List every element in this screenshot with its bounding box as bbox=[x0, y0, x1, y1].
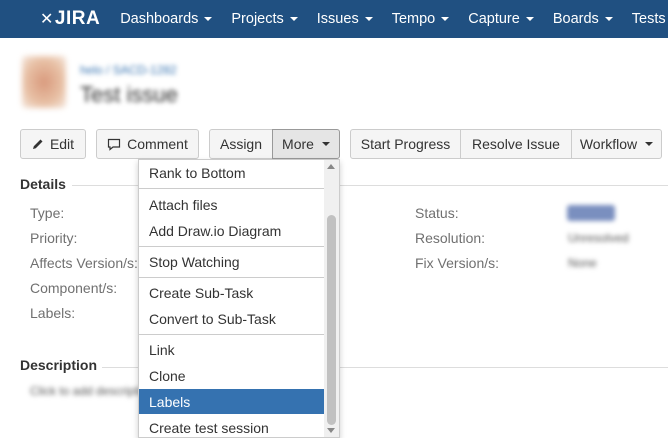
chevron-down-icon bbox=[604, 17, 613, 21]
resolution-label: Resolution: bbox=[415, 230, 486, 246]
priority-label: Priority: bbox=[30, 230, 78, 246]
menu-separator bbox=[139, 188, 325, 189]
nav-tests[interactable]: Tests bbox=[632, 11, 666, 27]
description-field[interactable]: Click to add description bbox=[30, 384, 154, 398]
resolution-value: Unresolved bbox=[568, 231, 629, 245]
status-badge bbox=[567, 205, 615, 221]
chevron-down-icon bbox=[289, 17, 298, 21]
scroll-down-arrow-icon[interactable] bbox=[327, 428, 335, 433]
nav-tempo[interactable]: Tempo bbox=[392, 11, 450, 27]
comment-button[interactable]: Comment bbox=[96, 129, 199, 159]
resolve-issue-button[interactable]: Resolve Issue bbox=[460, 129, 572, 159]
nav-capture[interactable]: Capture bbox=[468, 11, 534, 27]
more-actions-menu: Rank to Bottom Attach files Add Draw.io … bbox=[138, 159, 340, 438]
menu-separator bbox=[139, 277, 325, 278]
status-label: Status: bbox=[415, 205, 459, 221]
start-progress-button[interactable]: Start Progress bbox=[350, 129, 461, 159]
description-heading[interactable]: Description bbox=[20, 357, 97, 373]
menu-item-rank-to-bottom[interactable]: Rank to Bottom bbox=[139, 160, 325, 185]
chevron-down-icon bbox=[364, 17, 373, 21]
atlassian-x-icon: ✕ bbox=[40, 11, 54, 28]
more-button[interactable]: More bbox=[272, 129, 340, 159]
menu-separator bbox=[139, 246, 325, 247]
chevron-down-icon bbox=[204, 17, 213, 21]
menu-item-stop-watching[interactable]: Stop Watching bbox=[139, 249, 325, 274]
component-label: Component/s: bbox=[30, 280, 118, 296]
menu-item-convert-to-sub-task[interactable]: Convert to Sub-Task bbox=[139, 306, 325, 331]
nav-issues[interactable]: Issues bbox=[317, 11, 373, 27]
issue-title: Test issue bbox=[80, 82, 178, 107]
type-label: Type: bbox=[30, 205, 65, 221]
fix-version-label: Fix Version/s: bbox=[415, 255, 500, 271]
menu-scrollbar[interactable] bbox=[324, 160, 339, 437]
chevron-down-icon bbox=[525, 17, 534, 21]
breadcrumb[interactable]: helo / SACD-1282 bbox=[80, 63, 177, 77]
menu-item-labels[interactable]: Labels bbox=[139, 389, 325, 414]
assign-button[interactable]: Assign bbox=[209, 129, 273, 159]
menu-item-clone[interactable]: Clone bbox=[139, 363, 325, 388]
jira-logo[interactable]: ✕ JIRA bbox=[40, 8, 100, 30]
nav-dashboards[interactable]: Dashboards bbox=[120, 11, 213, 27]
comment-icon bbox=[108, 138, 121, 151]
menu-item-attach-files[interactable]: Attach files bbox=[139, 192, 325, 217]
labels-label: Labels: bbox=[30, 305, 76, 321]
chevron-down-icon bbox=[441, 17, 450, 21]
scrollbar-thumb[interactable] bbox=[327, 215, 336, 425]
nav-projects[interactable]: Projects bbox=[231, 11, 298, 27]
workflow-button[interactable]: Workflow bbox=[571, 129, 662, 159]
menu-item-create-sub-task[interactable]: Create Sub-Task bbox=[139, 280, 325, 305]
details-heading[interactable]: Details bbox=[20, 176, 66, 192]
fix-version-value: None bbox=[568, 256, 597, 270]
menu-separator bbox=[139, 334, 325, 335]
scroll-up-arrow-icon[interactable] bbox=[327, 164, 335, 169]
chevron-down-icon bbox=[321, 142, 330, 146]
pencil-icon bbox=[32, 139, 43, 149]
menu-item-add-drawio-diagram[interactable]: Add Draw.io Diagram bbox=[139, 218, 325, 243]
top-navigation-bar: ✕ JIRA Dashboards Projects Issues Tempo C… bbox=[0, 0, 668, 38]
chevron-down-icon bbox=[645, 142, 654, 146]
edit-button[interactable]: Edit bbox=[20, 129, 86, 159]
menu-item-link[interactable]: Link bbox=[139, 337, 325, 362]
project-avatar[interactable] bbox=[22, 56, 66, 108]
nav-boards[interactable]: Boards bbox=[553, 11, 613, 27]
menu-item-create-test-session[interactable]: Create test session bbox=[139, 415, 325, 437]
affects-version-label: Affects Version/s: bbox=[30, 255, 138, 271]
